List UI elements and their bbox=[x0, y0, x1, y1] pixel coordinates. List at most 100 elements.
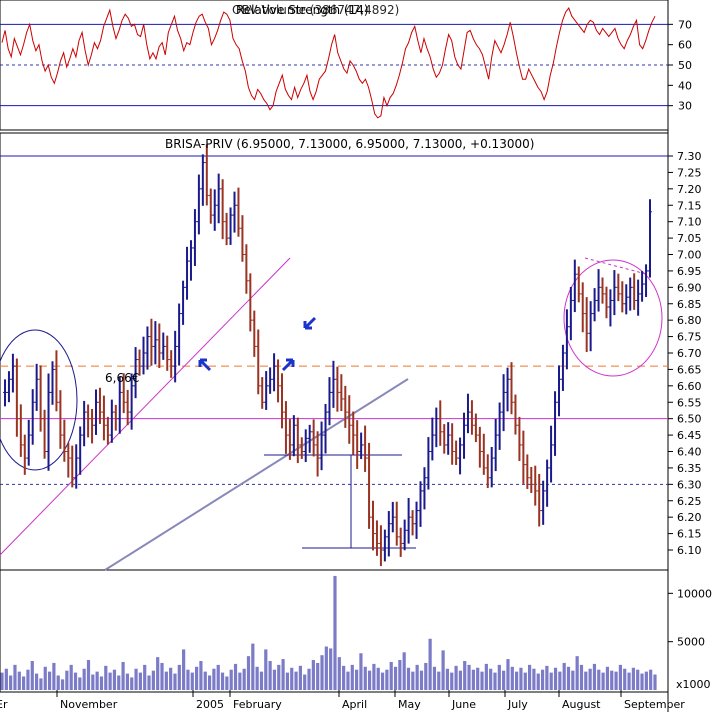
volume-bar bbox=[112, 669, 117, 690]
rsi-panel-frame bbox=[0, 0, 669, 131]
price-tick-label: 6.30 bbox=[677, 478, 702, 491]
volume-bar bbox=[294, 671, 298, 690]
price-tick-label: 6.85 bbox=[677, 298, 702, 311]
time-axis-label: June bbox=[451, 698, 476, 711]
volume-bar bbox=[169, 667, 173, 690]
volume-bar bbox=[428, 638, 432, 690]
volume-bar bbox=[476, 667, 480, 690]
price-annotation: 6,66€ bbox=[105, 371, 139, 385]
time-axis-label: July bbox=[507, 698, 528, 711]
price-tick-label: 6.35 bbox=[677, 462, 702, 475]
volume-bar bbox=[60, 679, 65, 690]
volume-bar bbox=[571, 670, 575, 690]
volume-bar bbox=[255, 666, 259, 690]
volume-bar bbox=[78, 677, 82, 690]
volume-bar bbox=[610, 670, 614, 690]
volume-bar bbox=[86, 660, 91, 690]
volume-bar bbox=[450, 672, 454, 690]
volume-bar bbox=[17, 671, 21, 690]
volume-bar bbox=[91, 674, 95, 690]
volume-bar bbox=[562, 662, 566, 690]
volume-bar bbox=[545, 665, 549, 690]
volume-bar bbox=[130, 677, 134, 690]
volume-bar bbox=[121, 661, 125, 690]
volume-bar bbox=[39, 678, 43, 690]
price-tick-label: 7.25 bbox=[677, 166, 702, 179]
volume-bar bbox=[160, 662, 164, 690]
volume-bar bbox=[359, 653, 363, 690]
volume-bar bbox=[52, 662, 56, 690]
volume-bar bbox=[290, 667, 294, 690]
volume-bar bbox=[220, 672, 225, 690]
volume-bar bbox=[333, 575, 337, 690]
time-axis-label: May bbox=[398, 698, 421, 711]
volume-bar bbox=[372, 663, 376, 690]
volume-bar bbox=[186, 669, 190, 690]
volume-bar bbox=[9, 675, 13, 690]
volume-bar bbox=[117, 675, 121, 690]
volume-bar bbox=[380, 672, 385, 690]
highlight-circle-left bbox=[0, 329, 78, 471]
volume-bar bbox=[151, 670, 155, 690]
price-tick-label: 7.10 bbox=[677, 216, 702, 229]
volume-bar bbox=[411, 671, 415, 690]
volume-bar bbox=[69, 664, 73, 690]
volume-bar bbox=[307, 668, 311, 690]
volume-bar bbox=[143, 664, 147, 690]
price-tick-label: 6.80 bbox=[677, 314, 702, 327]
volume-bar bbox=[484, 663, 488, 690]
volume-unit-label: x1000 bbox=[676, 678, 711, 691]
volume-bar bbox=[393, 666, 398, 690]
volume-bar bbox=[30, 661, 34, 690]
price-tick-label: 6.65 bbox=[677, 363, 702, 376]
rsi-tick-label: 30 bbox=[678, 100, 692, 113]
time-axis-label: August bbox=[562, 698, 601, 711]
volume-bar bbox=[246, 656, 251, 690]
arrow-up-left-icon bbox=[198, 358, 212, 372]
time-axis-label: 2005 bbox=[196, 698, 224, 711]
volume-bar bbox=[34, 673, 39, 690]
volume-bar bbox=[437, 671, 441, 690]
volume-bar bbox=[627, 672, 631, 690]
price-tick-label: 6.70 bbox=[677, 347, 702, 360]
rsi-tick-label: 50 bbox=[678, 59, 692, 72]
price-tick-label: 6.75 bbox=[677, 331, 702, 344]
volume-bar bbox=[398, 660, 402, 690]
rsi-layer: 30 40 50 60 70 bbox=[0, 7, 692, 119]
volume-bar bbox=[389, 661, 393, 690]
volume-bar bbox=[506, 659, 510, 690]
volume-bar bbox=[329, 648, 333, 690]
volume-bar bbox=[182, 649, 186, 690]
volume-bar bbox=[285, 672, 290, 690]
uptrend-line-magenta bbox=[0, 257, 291, 556]
volume-bar bbox=[199, 661, 203, 690]
volume-bar bbox=[618, 664, 623, 690]
volume-bar bbox=[355, 669, 359, 690]
volume-bar bbox=[458, 670, 462, 690]
price-title: BRISA-PRIV (6.95000, 7.13000, 6.95000, 7… bbox=[165, 137, 534, 151]
rsi-tick-label: 60 bbox=[678, 39, 692, 52]
volume-bar bbox=[566, 666, 571, 690]
volume-bar bbox=[553, 667, 558, 690]
price-tick-label: 6.55 bbox=[677, 396, 702, 409]
volume-bar bbox=[350, 664, 354, 690]
time-axis-label-edge: Er bbox=[0, 698, 8, 711]
volume-bar bbox=[238, 672, 242, 690]
volume-bar bbox=[424, 662, 428, 690]
volume-bar bbox=[489, 668, 493, 690]
time-axis-label: September bbox=[624, 698, 685, 711]
volume-bar bbox=[549, 672, 553, 690]
volume-bar bbox=[147, 675, 151, 690]
volume-bar bbox=[510, 666, 514, 690]
volume-bar bbox=[82, 668, 86, 690]
volume-bar bbox=[277, 664, 281, 690]
volume-bar bbox=[229, 669, 233, 690]
volume-bar bbox=[298, 665, 302, 690]
volume-bar bbox=[134, 668, 138, 690]
volume-bar bbox=[415, 664, 419, 690]
volume-layer: 5000 10000 bbox=[0, 575, 712, 690]
stock-chart: 3040506070 6.106.156.206.256.306.356.406… bbox=[0, 0, 712, 712]
volume-bar bbox=[125, 673, 130, 690]
volume-bar bbox=[251, 643, 255, 690]
time-axis-label: February bbox=[233, 698, 282, 711]
